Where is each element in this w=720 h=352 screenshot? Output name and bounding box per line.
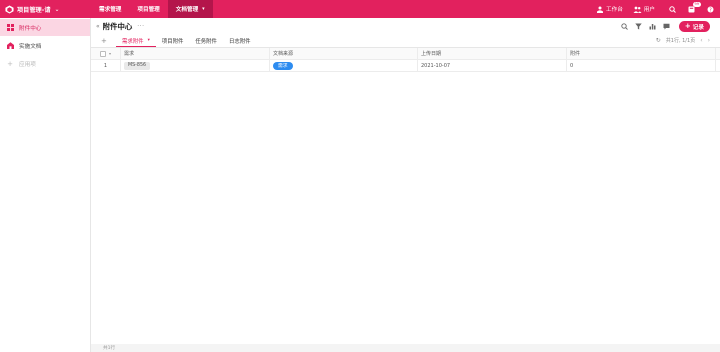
nav-project[interactable]: 项目管理 <box>129 0 167 18</box>
header-tools: + 记录 <box>614 21 710 32</box>
sidebar-item-implementation-docs[interactable]: 实施文档 <box>0 37 90 54</box>
add-record-button[interactable]: + 记录 <box>678 21 710 32</box>
help-button[interactable]: ? <box>707 6 716 13</box>
inbox-icon <box>688 6 695 12</box>
column-header-source[interactable]: 文档来源 <box>270 47 418 60</box>
add-record-label: 记录 <box>692 24 704 31</box>
demand-cell: MS-856 <box>121 59 270 72</box>
sidebar-item-label: 应用项 <box>19 61 36 68</box>
data-table: ▾ 需求 文档来源 上传日期 附件 1 MS-856 需求 2021-10-07… <box>91 47 720 72</box>
filler-cell <box>716 60 720 72</box>
sidebar: 附件中心 实施文档 + 应用项 <box>0 18 91 352</box>
page-title: 附件中心 <box>102 22 133 31</box>
upload-date-cell: 2021-10-07 <box>418 59 567 72</box>
svg-text:?: ? <box>709 7 712 13</box>
sidebar-item-attachment-center[interactable]: 附件中心 <box>0 19 90 36</box>
nav-label: 需求管理 <box>99 7 122 13</box>
app-switcher[interactable]: 项目管理-请 ⌄ <box>0 0 91 18</box>
refresh-icon[interactable]: ↻ <box>656 37 661 44</box>
nav-label: 项目管理 <box>137 7 160 13</box>
app-name: 项目管理-请 <box>17 6 51 14</box>
tab-task-attachments[interactable]: 任务附件 <box>189 35 223 47</box>
search-icon[interactable] <box>621 23 628 30</box>
notification-button[interactable]: 99 <box>688 1 701 13</box>
nav-documents[interactable]: 文档管理 ▾ <box>167 0 213 18</box>
top-nav: 需求管理 项目管理 文档管理 ▾ <box>91 0 213 18</box>
house-icon <box>6 42 14 50</box>
tab-log-attachments[interactable]: 日志附件 <box>223 35 257 47</box>
tab-label: 项目附件 <box>161 39 184 45</box>
table-row[interactable]: 1 MS-856 需求 2021-10-07 0 <box>91 59 720 72</box>
search-button[interactable] <box>669 5 678 13</box>
top-bar: 项目管理-请 ⌄ 需求管理 项目管理 文档管理 ▾ 工作台 用户 99 ? <box>0 0 720 18</box>
attachment-count-cell[interactable]: 0 <box>567 59 716 72</box>
search-icon <box>669 5 676 13</box>
source-badge: 需求 <box>273 61 293 70</box>
source-cell: 需求 <box>270 59 418 72</box>
add-tab-icon[interactable]: + <box>101 35 116 47</box>
nav-label: 文档管理 <box>175 7 199 13</box>
prev-page-icon[interactable]: ‹ <box>700 37 702 44</box>
tab-demand-attachments[interactable]: 需求附件 ▾ <box>116 35 156 47</box>
tabs-row: + 需求附件 ▾ 项目附件 任务附件 日志附件 ↻ 共1行, 1/1页 ‹ › <box>91 35 720 47</box>
users-label: 用户 <box>643 7 655 13</box>
more-options-icon[interactable]: ··· <box>137 23 144 30</box>
column-header-demand[interactable]: 需求 <box>121 47 270 60</box>
sidebar-item-label: 附件中心 <box>19 25 42 32</box>
users-button[interactable]: 用户 <box>633 5 655 13</box>
collapse-icon[interactable]: « <box>96 23 100 30</box>
column-header-attachment[interactable]: 附件 <box>567 47 716 60</box>
table-footer: 共1行 <box>91 344 720 352</box>
statistics-icon[interactable] <box>649 23 656 30</box>
demand-tag[interactable]: MS-856 <box>124 61 151 70</box>
page-count-text: 共1行, 1/1页 <box>665 38 696 44</box>
tab-project-attachments[interactable]: 项目附件 <box>156 35 190 47</box>
select-all-cell: ▾ <box>91 47 121 60</box>
tab-label: 日志附件 <box>228 39 251 45</box>
sidebar-item-add-app[interactable]: + 应用项 <box>0 55 90 72</box>
workbench-button[interactable]: 工作台 <box>596 5 623 13</box>
workbench-label: 工作台 <box>606 7 623 13</box>
select-all-checkbox[interactable] <box>99 50 106 57</box>
column-header-upload-date[interactable]: 上传日期 <box>418 47 567 60</box>
row-index: 1 <box>91 59 121 72</box>
pagination-info: ↻ 共1行, 1/1页 ‹ › <box>656 37 710 44</box>
table-header: ▾ 需求 文档来源 上传日期 附件 <box>91 47 720 60</box>
chevron-down-icon: ▾ <box>202 6 205 12</box>
comment-icon[interactable] <box>663 23 670 30</box>
tab-label: 任务附件 <box>195 39 217 45</box>
workbench-icon <box>597 6 603 13</box>
help-icon: ? <box>707 6 714 13</box>
chevron-down-icon: ⌄ <box>54 5 60 13</box>
chevron-down-icon[interactable]: ▾ <box>109 51 111 56</box>
tab-label: 需求附件 <box>122 38 144 45</box>
chevron-down-icon: ▾ <box>147 38 150 43</box>
next-page-icon[interactable]: › <box>708 37 710 44</box>
nav-demand[interactable]: 需求管理 <box>91 0 129 18</box>
plus-icon: + <box>7 59 13 68</box>
app-logo-icon <box>5 4 14 14</box>
sidebar-item-label: 实施文档 <box>19 43 42 50</box>
grid-icon <box>6 24 14 32</box>
filter-icon[interactable] <box>635 23 642 30</box>
notification-badge: 99 <box>693 1 701 7</box>
users-icon <box>633 6 642 13</box>
column-header-filler <box>716 48 720 60</box>
plus-icon: + <box>684 22 691 30</box>
main-content: « 附件中心 ··· + 记录 + 需求附件 ▾ 项目附件 任务附件 日志附件 <box>91 18 720 352</box>
top-right-tools: 工作台 用户 99 ? <box>586 0 720 18</box>
